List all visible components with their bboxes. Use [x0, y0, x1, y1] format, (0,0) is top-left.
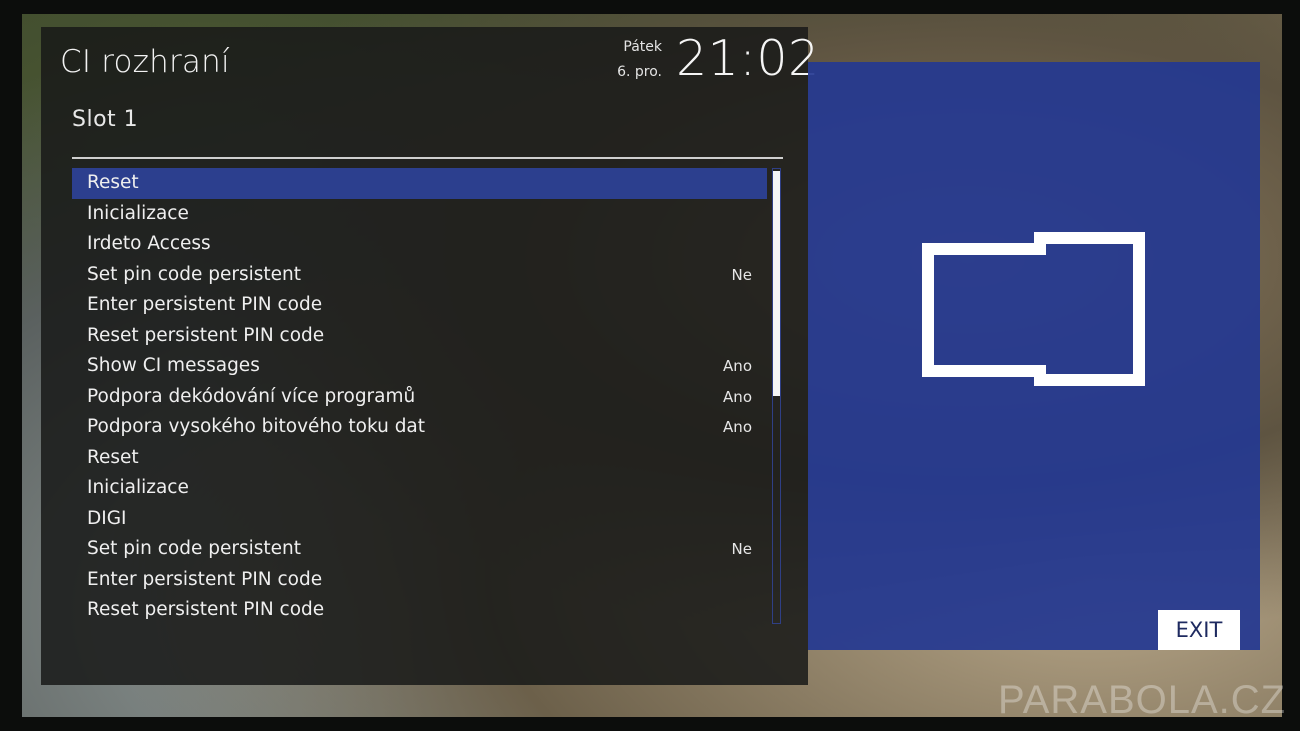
menu-item[interactable]: Podpora vysokého bitového toku dat Ano: [72, 412, 767, 443]
ci-card-icon: [922, 232, 1145, 386]
menu-item[interactable]: DIGI: [72, 504, 767, 535]
date-day: Pátek: [623, 39, 662, 55]
exit-button[interactable]: EXIT: [1158, 610, 1240, 650]
menu-item-label: Show CI messages: [87, 355, 260, 376]
menu-item[interactable]: Reset: [72, 168, 767, 199]
page-title: CI rozhraní: [60, 44, 230, 80]
menu-scrollbar-thumb[interactable]: [773, 171, 780, 396]
menu-item-label: Podpora dekódování více programů: [87, 385, 416, 407]
menu-item-value: Ano: [723, 418, 752, 436]
menu-item-label: Inicializace: [87, 202, 189, 224]
menu-item[interactable]: Enter persistent PIN code: [72, 565, 767, 596]
menu-item-label: Set pin code persistent: [87, 263, 302, 285]
menu-item-value: Ano: [723, 357, 752, 375]
menu-item-label: Set pin code persistent: [87, 538, 302, 559]
menu-item-label: Reset: [87, 446, 139, 468]
watermark-logo: PARABOLA.CZ: [998, 678, 1287, 722]
menu-item[interactable]: Irdeto Access: [72, 229, 767, 260]
menu-item-label: Irdeto Access: [87, 233, 211, 254]
menu-item-label: Enter persistent PIN code: [87, 568, 323, 590]
menu-item-label: Reset: [87, 172, 139, 193]
menu-item[interactable]: Set pin code persistent Ne: [72, 260, 767, 291]
menu-item-label: Enter persistent PIN code: [87, 294, 323, 315]
header-divider: [72, 157, 783, 159]
menu-item[interactable]: Inicializace: [72, 199, 767, 230]
clock: 21:02: [676, 30, 820, 87]
menu-item-value: Ano: [723, 387, 752, 406]
menu-item-label: Reset persistent PIN code: [87, 324, 325, 346]
date-date: 6. pro.: [617, 64, 662, 80]
menu-item[interactable]: Show CI messages Ano: [72, 351, 767, 382]
menu-item-label: Podpora vysokého bitového toku dat: [87, 416, 426, 437]
tv-screen: CI rozhraní Pátek 6. pro. 21:02 Slot 1 R…: [0, 0, 1300, 731]
menu-item-label: DIGI: [87, 507, 127, 529]
menu-item[interactable]: Reset: [72, 443, 767, 474]
menu-item[interactable]: Set pin code persistent Ne: [72, 534, 767, 565]
menu-scrollbar[interactable]: [772, 168, 781, 624]
menu-item[interactable]: Reset persistent PIN code: [72, 321, 767, 352]
menu-item[interactable]: Inicializace: [72, 473, 767, 504]
menu-item[interactable]: Podpora dekódování více programů Ano: [72, 382, 767, 413]
menu-item-label: Reset persistent PIN code: [87, 599, 325, 620]
menu-item[interactable]: Enter persistent PIN code: [72, 290, 767, 321]
menu-item-label: Inicializace: [87, 477, 189, 498]
menu-item-value: Ne: [731, 265, 752, 284]
menu-item[interactable]: Reset persistent PIN code: [72, 595, 767, 626]
ci-menu-list: Reset Inicializace Irdeto Access Set pin co…: [72, 168, 767, 626]
slot-label: Slot 1: [72, 107, 139, 132]
menu-item-value: Ne: [731, 540, 752, 558]
